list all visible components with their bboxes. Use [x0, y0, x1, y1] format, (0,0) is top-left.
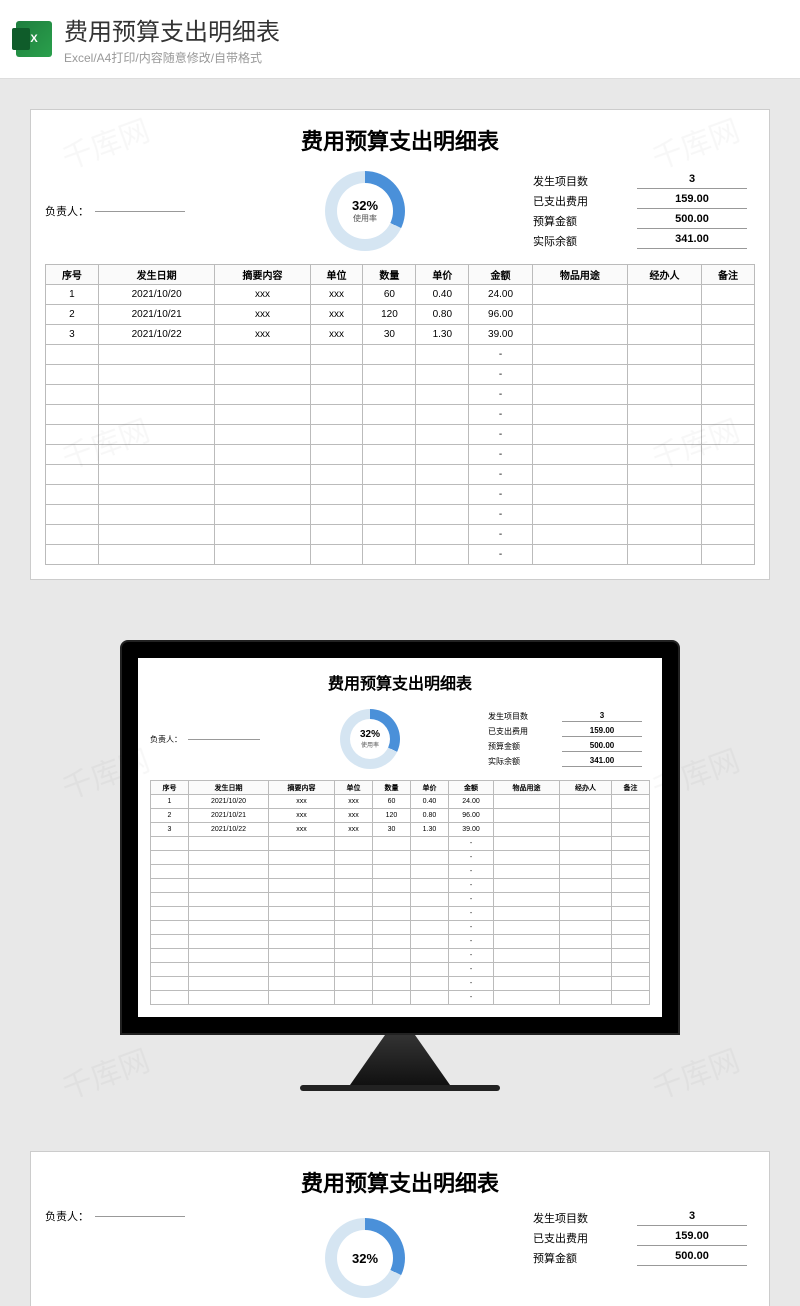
column-header: 备注: [702, 265, 755, 285]
table-row: -: [151, 991, 650, 1005]
table-row: -: [151, 837, 650, 851]
table-row: -: [151, 865, 650, 879]
column-header: 数量: [363, 265, 416, 285]
summary-stats: 发生项目数3 已支出费用159.00 预算金额500.00 实际余额341.00: [525, 171, 755, 251]
table-row: -: [46, 545, 755, 565]
donut-percent: 32%: [352, 198, 378, 213]
table-row: 32021/10/22xxxxxx301.3039.00: [46, 325, 755, 345]
excel-icon: X: [16, 21, 52, 57]
column-header: 金额: [448, 781, 493, 795]
usage-donut-chart: 32% 使用率: [325, 171, 405, 251]
table-row: -: [151, 921, 650, 935]
usage-donut-chart: 32%: [325, 1218, 405, 1298]
preview-sheet-top: 费用预算支出明细表 负责人： 32% 使用率 发生项目数3 已支出费用159.0…: [30, 109, 770, 580]
table-row: -: [151, 893, 650, 907]
column-header: 单位: [335, 781, 373, 795]
table-row: 12021/10/20xxxxxx600.4024.00: [151, 795, 650, 809]
table-row: -: [46, 465, 755, 485]
usage-donut-chart: 32% 使用率: [340, 709, 400, 769]
column-header: 备注: [611, 781, 649, 795]
page-subtitle: Excel/A4打印/内容随意修改/自带格式: [64, 49, 784, 66]
table-row: -: [46, 345, 755, 365]
table-row: -: [46, 445, 755, 465]
column-header: 序号: [151, 781, 189, 795]
stat-spent: 159.00: [637, 193, 747, 209]
preview-sheet-bottom-crop: 费用预算支出明细表 负责人： 32% 发生项目数3 已支出费用159.00 预算…: [30, 1151, 770, 1306]
table-row: -: [151, 879, 650, 893]
stat-budget: 500.00: [637, 213, 747, 229]
column-header: 摘要内容: [269, 781, 335, 795]
sheet-title: 费用预算支出明细表: [45, 124, 755, 156]
table-row: -: [46, 505, 755, 525]
table-row: -: [46, 525, 755, 545]
column-header: 发生日期: [98, 265, 215, 285]
column-header: 金额: [469, 265, 533, 285]
column-header: 单价: [416, 265, 469, 285]
table-row: -: [151, 977, 650, 991]
table-row: -: [46, 385, 755, 405]
column-header: 发生日期: [188, 781, 268, 795]
column-header: 数量: [373, 781, 411, 795]
column-header: 序号: [46, 265, 99, 285]
table-row: 32021/10/22xxxxxx301.3039.00: [151, 823, 650, 837]
column-header: 经办人: [559, 781, 611, 795]
table-row: -: [151, 851, 650, 865]
column-header: 单价: [410, 781, 448, 795]
table-row: 22021/10/21xxxxxx1200.8096.00: [151, 809, 650, 823]
table-row: -: [151, 907, 650, 921]
table-row: -: [46, 485, 755, 505]
donut-label: 使用率: [353, 213, 377, 224]
column-header: 物品用途: [494, 781, 560, 795]
column-header: 物品用途: [532, 265, 627, 285]
stat-item-count: 3: [637, 173, 747, 189]
table-row: -: [46, 405, 755, 425]
table-row: -: [46, 365, 755, 385]
column-header: 单位: [310, 265, 363, 285]
page-title: 费用预算支出明细表: [64, 12, 784, 47]
page-header: X 费用预算支出明细表 Excel/A4打印/内容随意修改/自带格式: [0, 0, 800, 79]
monitor-mockup: 费用预算支出明细表 负责人： 32% 使用率 发生项目数3 已支出费用159.0…: [0, 610, 800, 1151]
responsible-label: 负责人：: [45, 203, 205, 219]
stat-balance: 341.00: [637, 233, 747, 249]
table-row: 22021/10/21xxxxxx1200.8096.00: [46, 305, 755, 325]
table-row: 12021/10/20xxxxxx600.4024.00: [46, 285, 755, 305]
column-header: 经办人: [628, 265, 702, 285]
table-row: -: [151, 963, 650, 977]
column-header: 摘要内容: [215, 265, 310, 285]
table-row: -: [46, 425, 755, 445]
expense-table: 序号发生日期摘要内容单位数量单价金额物品用途经办人备注 12021/10/20x…: [45, 264, 755, 565]
table-row: -: [151, 935, 650, 949]
table-row: -: [151, 949, 650, 963]
